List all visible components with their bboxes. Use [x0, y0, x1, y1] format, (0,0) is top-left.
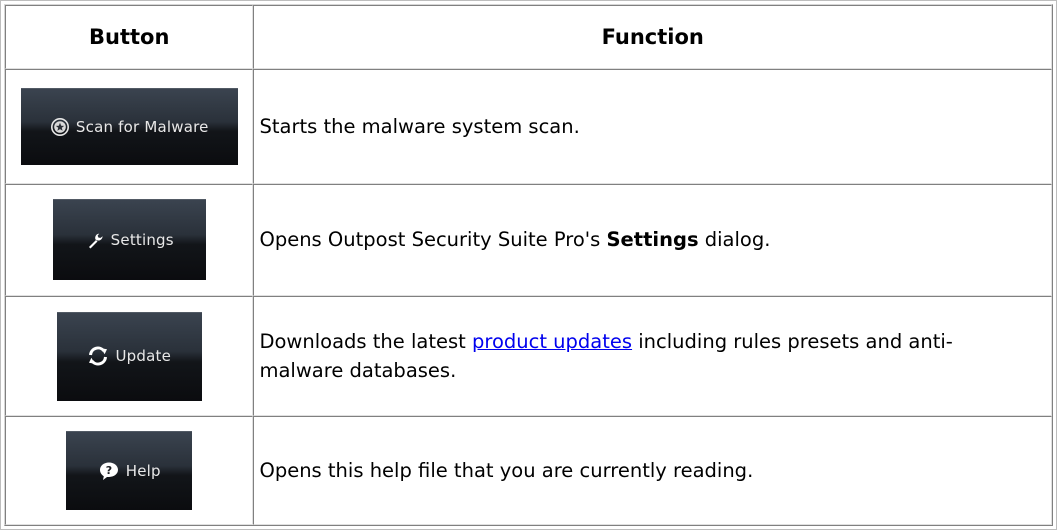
table-row: Settings Opens Outpost Security Suite Pr…: [5, 183, 1052, 297]
toolbar-buttons-table: Button Function Scan for Malware Starts …: [5, 5, 1052, 525]
table-row: Scan for Malware Starts the malware syst…: [5, 69, 1052, 184]
button-cell: Settings: [5, 183, 254, 297]
wrench-icon: [85, 230, 105, 250]
settings-button[interactable]: Settings: [52, 199, 206, 281]
description-text: Opens Outpost Security Suite Pro's: [259, 228, 607, 252]
table-header-row: Button Function: [5, 5, 1052, 70]
column-header-button: Button: [5, 5, 254, 70]
table-row: Update Downloads the latest product upda…: [5, 296, 1052, 417]
description-text: Opens this help file that you are curren…: [259, 459, 754, 483]
button-label: Help: [125, 461, 161, 480]
button-cell: Update: [5, 296, 254, 417]
function-cell: Opens Outpost Security Suite Pro's Setti…: [253, 183, 1052, 297]
shield-star-icon: [50, 117, 70, 137]
button-label: Update: [115, 347, 171, 366]
table-row: ? Help Opens this help file that you are…: [5, 416, 1052, 525]
function-cell: Opens this help file that you are curren…: [253, 416, 1052, 525]
question-icon: ?: [98, 461, 120, 481]
help-button[interactable]: ? Help: [66, 431, 193, 511]
description-text: Starts the malware system scan.: [259, 115, 580, 139]
button-label: Scan for Malware: [75, 117, 209, 136]
description-text: dialog.: [698, 228, 771, 252]
function-cell: Starts the malware system scan.: [253, 69, 1052, 184]
update-button[interactable]: Update: [56, 311, 202, 401]
function-cell: Downloads the latest product updates inc…: [253, 296, 1052, 417]
column-header-function: Function: [253, 5, 1052, 70]
button-label: Settings: [110, 230, 174, 249]
description-text: Downloads the latest: [259, 330, 472, 354]
svg-text:?: ?: [105, 464, 112, 477]
scan-for-malware-button[interactable]: Scan for Malware: [20, 88, 238, 166]
refresh-icon: [87, 346, 109, 366]
product-updates-link[interactable]: product updates: [472, 330, 632, 353]
button-cell: ? Help: [5, 416, 254, 525]
button-cell: Scan for Malware: [5, 69, 254, 184]
settings-emphasis: Settings: [606, 228, 699, 252]
